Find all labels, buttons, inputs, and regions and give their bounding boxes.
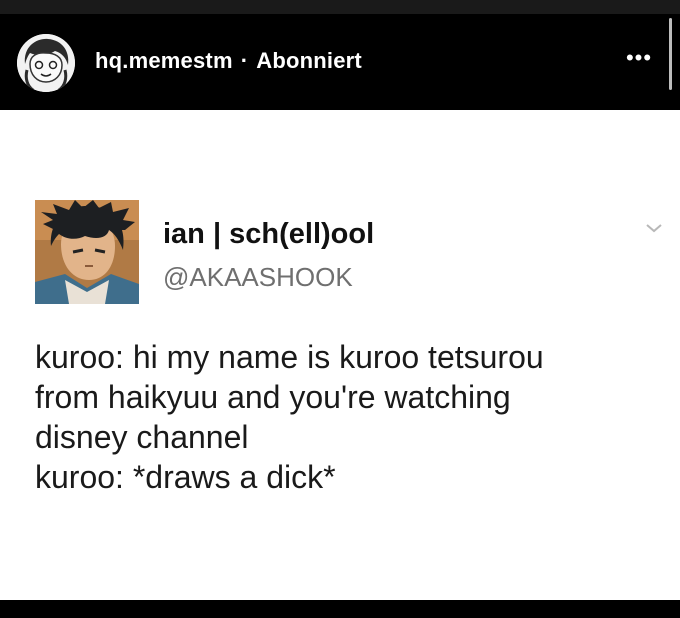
scrollbar[interactable] [669, 18, 672, 90]
top-status-strip [0, 0, 680, 14]
manga-girl-avatar-icon [17, 34, 75, 92]
tweet-line: kuroo: *draws a dick* [35, 459, 336, 495]
separator-dot: · [240, 48, 249, 73]
more-options-icon[interactable]: ••• [622, 46, 656, 70]
tweet-handle: @AKAASHOOK [163, 262, 353, 292]
tweet-line: disney channel [35, 419, 249, 455]
post-header: hq.memestm · Abonniert ••• [0, 0, 680, 110]
tweet-avatar [35, 200, 139, 304]
anime-boy-avatar-icon [35, 200, 139, 304]
username-link[interactable]: hq.memestm [95, 48, 233, 73]
bottom-bar [0, 600, 680, 618]
tweet-display-name: ian | sch(ell)ool [163, 218, 375, 250]
profile-avatar[interactable] [17, 34, 75, 92]
tweet-line: kuroo: hi my name is kuroo tetsurou [35, 339, 544, 375]
chevron-down-icon[interactable] [644, 220, 664, 236]
tweet-body: kuroo: hi my name is kuroo tetsurou from… [35, 337, 665, 497]
follow-status-button[interactable]: Abonniert [256, 48, 362, 73]
post-author-line: hq.memestm · Abonniert [95, 48, 362, 74]
tweet-line: from haikyuu and you're watching [35, 379, 511, 415]
